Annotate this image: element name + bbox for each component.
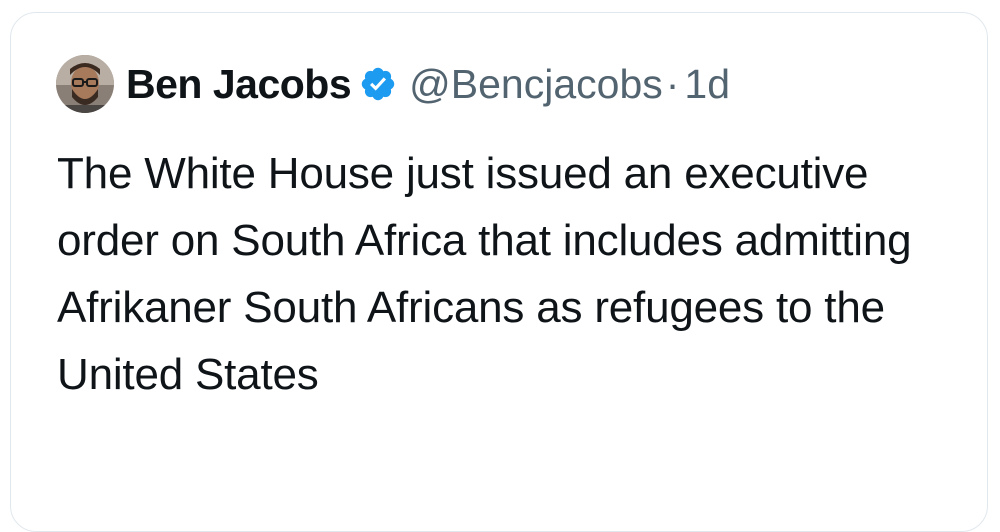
author-name[interactable]: Ben Jacobs	[126, 61, 352, 108]
tweet-header: Ben Jacobs @Bencjacobs · 1d	[56, 52, 730, 116]
tweet-timestamp[interactable]: 1d	[684, 61, 730, 108]
verified-badge-icon	[359, 65, 397, 103]
avatar[interactable]	[56, 55, 114, 113]
separator-dot: ·	[665, 60, 680, 107]
author-handle[interactable]: @Bencjacobs	[409, 61, 663, 108]
tweet-text: The White House just issued an executive…	[57, 149, 912, 399]
